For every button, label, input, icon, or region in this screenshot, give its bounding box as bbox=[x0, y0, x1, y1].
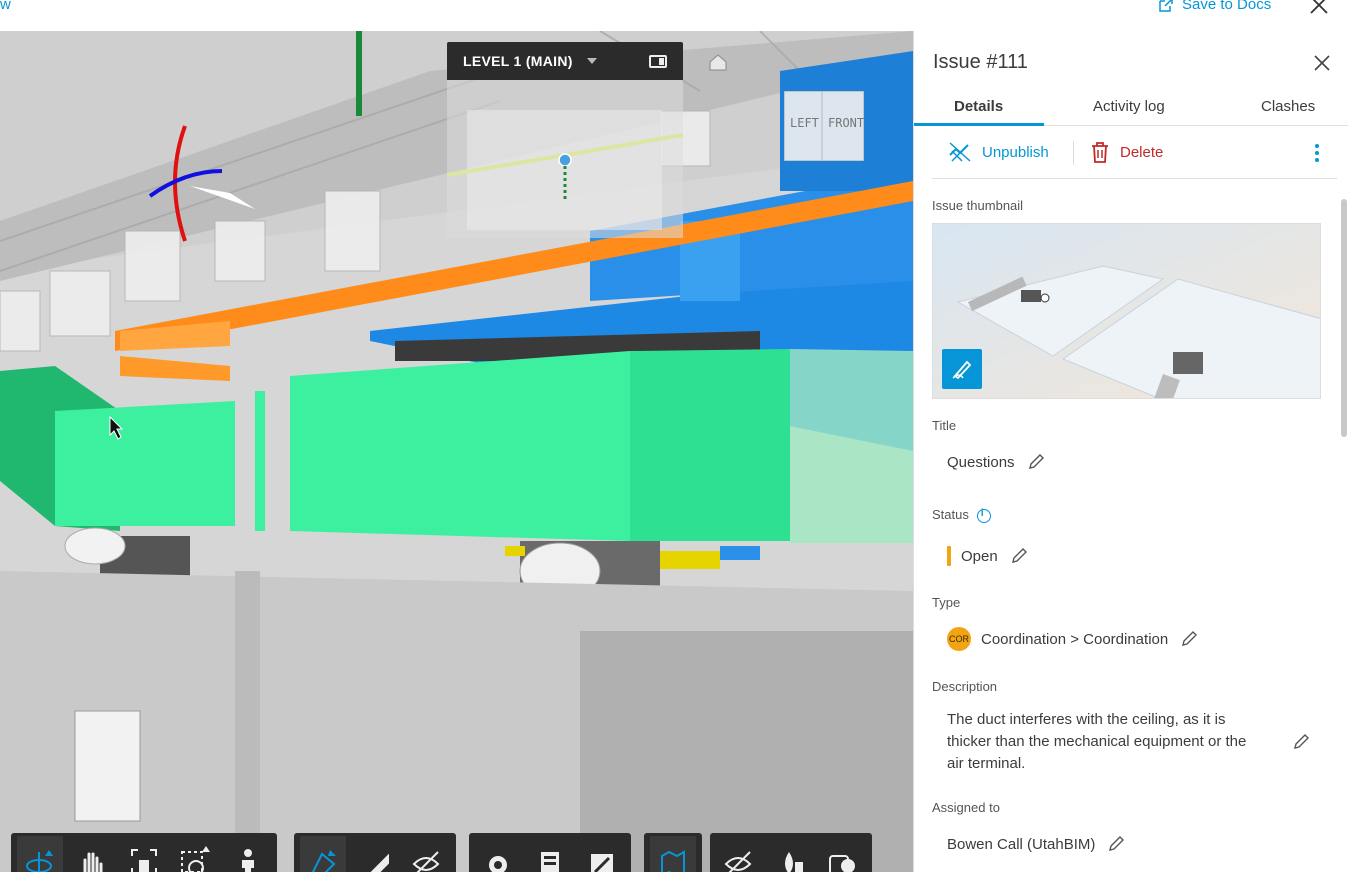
panel-scrollbar[interactable] bbox=[1341, 199, 1347, 437]
zoom-window-icon bbox=[181, 845, 210, 872]
unpublish-button[interactable]: Unpublish bbox=[948, 141, 1049, 163]
unpublish-icon bbox=[949, 142, 971, 162]
delete-button[interactable]: Delete bbox=[1090, 141, 1163, 163]
minimap-view bbox=[446, 110, 684, 230]
type-field: COR Coordination > Coordination bbox=[947, 627, 1198, 651]
settings-icon bbox=[489, 855, 507, 872]
delete-label: Delete bbox=[1120, 143, 1164, 161]
thumbnail-label: Issue thumbnail bbox=[932, 198, 1024, 213]
model-browser-icon bbox=[541, 851, 559, 872]
pan-tool[interactable] bbox=[69, 836, 115, 872]
chevron-down-icon bbox=[586, 58, 597, 64]
model-browser-tool[interactable] bbox=[527, 836, 573, 872]
hide-objects-icon bbox=[724, 850, 752, 872]
map-toolbar bbox=[644, 833, 702, 872]
status-color-indicator bbox=[947, 546, 951, 566]
issue-title: Issue #111 bbox=[933, 51, 1028, 73]
visibility-toolbar bbox=[710, 833, 872, 872]
measure-icon bbox=[369, 851, 389, 872]
type-badge: COR bbox=[947, 627, 971, 651]
type-value: Coordination > Coordination bbox=[981, 630, 1169, 648]
assigned-value: Bowen Call (UtahBIM) bbox=[947, 835, 1096, 853]
assigned-field: Bowen Call (UtahBIM) bbox=[947, 835, 1125, 853]
navigation-toolbar bbox=[11, 833, 277, 872]
tab-details[interactable]: Details bbox=[954, 98, 1003, 115]
thumbnail-image bbox=[933, 224, 1320, 398]
title-field: Questions bbox=[947, 453, 1045, 471]
clash-filter-icon bbox=[829, 854, 855, 872]
minimap-body[interactable] bbox=[446, 80, 684, 238]
section-analysis-icon bbox=[311, 849, 336, 872]
fullscreen-tool[interactable] bbox=[579, 836, 625, 872]
action-divider bbox=[1073, 141, 1074, 165]
tab-clashes[interactable]: Clashes bbox=[1261, 98, 1315, 115]
info-icon[interactable] bbox=[976, 508, 991, 523]
markup-pen-icon bbox=[952, 360, 972, 380]
clash-filter-tool[interactable] bbox=[820, 836, 866, 872]
active-tab-indicator bbox=[914, 123, 1044, 126]
minimap[interactable]: LEVEL 1 (MAIN) bbox=[446, 42, 684, 238]
more-options-icon[interactable] bbox=[1314, 143, 1320, 163]
close-icon[interactable] bbox=[1308, 0, 1330, 16]
title-label: Title bbox=[932, 418, 957, 433]
unpublish-label: Unpublish bbox=[982, 143, 1049, 161]
settings-toolbar bbox=[469, 833, 631, 872]
fit-to-view-icon bbox=[131, 848, 157, 872]
measure-tool[interactable] bbox=[352, 836, 398, 872]
issue-tabs: Details Activity log Clashes bbox=[914, 93, 1348, 126]
share-icon bbox=[1159, 0, 1173, 12]
status-field: Open bbox=[947, 546, 1028, 566]
trash-icon bbox=[1092, 142, 1108, 163]
map-tool[interactable] bbox=[650, 835, 696, 872]
map-icon bbox=[661, 849, 685, 872]
save-to-docs-button[interactable]: Save to Docs bbox=[1158, 0, 1271, 13]
close-icon[interactable] bbox=[1312, 53, 1332, 73]
edit-pencil-icon[interactable] bbox=[1292, 733, 1310, 751]
panel-toggle-icon[interactable] bbox=[649, 55, 667, 68]
title-value: Questions bbox=[947, 453, 1015, 471]
top-left-text-fragment[interactable]: w bbox=[0, 0, 11, 13]
type-label: Type bbox=[932, 595, 961, 610]
first-person-tool[interactable] bbox=[225, 836, 271, 872]
markup-button[interactable] bbox=[942, 349, 982, 389]
description-label: Description bbox=[932, 679, 998, 694]
issue-details-panel: Issue #111 Details Activity log Clashes … bbox=[913, 31, 1348, 872]
status-value: Open bbox=[961, 547, 998, 565]
edit-pencil-icon[interactable] bbox=[1027, 453, 1045, 471]
issue-thumbnail[interactable] bbox=[932, 223, 1321, 399]
first-person-icon bbox=[242, 848, 254, 872]
fullscreen-icon bbox=[591, 853, 613, 872]
hide-issues-icon bbox=[412, 850, 440, 872]
settings-tool[interactable] bbox=[475, 836, 521, 872]
analysis-toolbar bbox=[294, 833, 456, 872]
top-bar: w Save to Docs bbox=[0, 0, 1348, 31]
hide-objects-tool[interactable] bbox=[716, 836, 762, 872]
isolate-properties-tool[interactable] bbox=[768, 836, 814, 872]
status-label: Status bbox=[932, 507, 969, 522]
home-icon[interactable] bbox=[708, 53, 728, 71]
assigned-label: Assigned to bbox=[932, 800, 1000, 815]
orbit-icon bbox=[26, 849, 53, 872]
hide-issues-tool[interactable] bbox=[404, 836, 450, 872]
issue-actions: Unpublish Delete bbox=[932, 127, 1337, 179]
view-cube[interactable]: LEFT FRONT bbox=[783, 90, 865, 162]
edit-pencil-icon[interactable] bbox=[1010, 547, 1028, 565]
model-viewer[interactable]: LEVEL 1 (MAIN) LEFT FRONT bbox=[0, 31, 913, 872]
description-value: The duct interferes with the ceiling, as… bbox=[947, 711, 1247, 772]
save-to-docs-label: Save to Docs bbox=[1182, 0, 1272, 13]
level-label: LEVEL 1 (MAIN) bbox=[463, 53, 573, 69]
tab-activity-log[interactable]: Activity log bbox=[1093, 98, 1165, 115]
zoom-window-tool[interactable] bbox=[173, 836, 219, 872]
orbit-tool[interactable] bbox=[17, 835, 63, 872]
viewcube-front-label: FRONT bbox=[828, 116, 864, 130]
isolate-properties-icon bbox=[785, 851, 803, 872]
section-analysis-tool[interactable] bbox=[300, 835, 346, 872]
status-label-row: Status bbox=[932, 507, 991, 523]
level-selector[interactable]: LEVEL 1 (MAIN) bbox=[447, 42, 683, 80]
edit-pencil-icon[interactable] bbox=[1107, 835, 1125, 853]
edit-pencil-icon[interactable] bbox=[1180, 630, 1198, 648]
viewcube-left-label: LEFT bbox=[790, 116, 819, 130]
pan-icon bbox=[83, 852, 103, 872]
fit-to-view-tool[interactable] bbox=[121, 836, 167, 872]
